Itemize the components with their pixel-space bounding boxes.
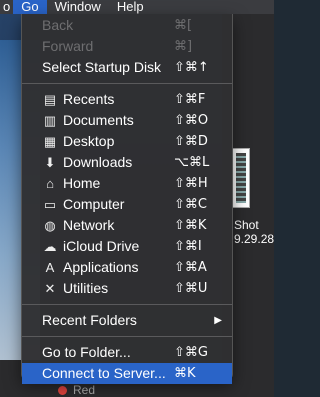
menu-item-utilities[interactable]: ✕ Utilities ⇧⌘U	[22, 278, 232, 299]
menu-item-shortcut: ⇧⌘C	[174, 197, 207, 212]
tag-red[interactable]: Red	[58, 383, 95, 397]
menu-item-label: Utilities	[63, 280, 109, 296]
menu-item-icloud-drive[interactable]: ☁ iCloud Drive ⇧⌘I	[22, 236, 232, 257]
menu-item-applications[interactable]: A Applications ⇧⌘A	[22, 257, 232, 278]
file-label-line2: 9.29.28	[234, 232, 275, 246]
menu-item-shortcut: ⇧⌘U	[174, 281, 208, 296]
desktop-icon: ▦	[43, 134, 57, 149]
menubar-item-go[interactable]: Go	[13, 0, 47, 14]
menu-item-shortcut: ⇧⌘O	[174, 113, 209, 128]
menu-item-label: Back	[42, 17, 74, 33]
menu-item-shortcut: ⌥⌘L	[174, 155, 210, 170]
menu-item-label: Home	[63, 175, 101, 191]
downloads-icon: ⬇	[44, 155, 56, 170]
menu-item-connect-to-server[interactable]: Connect to Server... ⌘K	[22, 363, 232, 384]
red-tag-dot-icon	[58, 385, 67, 395]
menu-item-recents[interactable]: ▤ Recents ⇧⌘F	[22, 89, 232, 110]
menu-item-shortcut: ⌘[	[174, 18, 193, 33]
menu-item-label: Desktop	[63, 133, 115, 149]
menu-item-shortcut: ⇧⌘K	[174, 218, 207, 233]
network-icon: ◍	[44, 218, 56, 233]
menu-item-select-startup-disk[interactable]: Select Startup Disk ⇧⌘↑	[22, 57, 232, 78]
menu-item-shortcut: ⇧⌘↑	[174, 60, 209, 75]
menu-item-label: Select Startup Disk	[42, 59, 162, 75]
menu-item-shortcut: ⇧⌘I	[174, 239, 202, 254]
menu-item-shortcut: ⌘]	[174, 39, 193, 54]
menu-item-shortcut: ⇧⌘A	[174, 260, 207, 275]
menu-item-computer[interactable]: ▭ Computer ⇧⌘C	[22, 194, 232, 215]
utilities-icon: ✕	[44, 281, 56, 296]
menu-item-back[interactable]: Back ⌘[	[22, 15, 232, 36]
menu-item-label: Recents	[63, 91, 115, 107]
menu-item-downloads[interactable]: ⬇ Downloads ⌥⌘L	[22, 152, 232, 173]
go-menu-dropdown: Back ⌘[ Forward ⌘] Select Startup Disk ⇧…	[21, 14, 233, 384]
menu-item-label: Documents	[63, 112, 134, 128]
documents-icon: ▥	[43, 113, 57, 128]
menu-item-label: Applications	[63, 259, 139, 275]
menubar: o Go Window Help	[0, 0, 274, 14]
menu-item-forward[interactable]: Forward ⌘]	[22, 36, 232, 57]
recents-icon: ▤	[43, 92, 57, 107]
screenshot-file-thumbnail[interactable]	[232, 148, 250, 208]
menu-item-shortcut: ⇧⌘F	[174, 92, 206, 107]
menu-item-recent-folders[interactable]: Recent Folders ▶	[22, 310, 232, 331]
file-label-line1: Shot	[234, 218, 259, 232]
applications-icon: A	[45, 260, 55, 275]
menu-item-go-to-folder[interactable]: Go to Folder... ⇧⌘G	[22, 342, 232, 363]
menu-item-shortcut: ⌘K	[174, 366, 196, 381]
menu-separator	[22, 336, 232, 337]
submenu-arrow-icon: ▶	[214, 315, 222, 326]
menu-item-shortcut: ⇧⌘D	[174, 134, 208, 149]
menu-item-label: Computer	[63, 196, 125, 212]
computer-icon: ▭	[43, 197, 57, 212]
menu-item-label: Recent Folders	[42, 312, 137, 328]
home-icon: ⌂	[46, 176, 54, 191]
menu-item-shortcut: ⇧⌘H	[174, 176, 208, 191]
icloud-icon: ☁	[43, 239, 57, 254]
menu-item-label: Forward	[42, 38, 94, 54]
menubar-item-help[interactable]: Help	[109, 0, 152, 14]
menubar-item-partial[interactable]: o	[0, 0, 13, 14]
menu-item-network[interactable]: ◍ Network ⇧⌘K	[22, 215, 232, 236]
menu-item-label: Network	[63, 217, 115, 233]
menu-item-label: Downloads	[63, 154, 133, 170]
menu-item-desktop[interactable]: ▦ Desktop ⇧⌘D	[22, 131, 232, 152]
menu-item-label: Connect to Server...	[42, 365, 166, 381]
menu-item-label: iCloud Drive	[63, 238, 140, 254]
tag-red-label: Red	[73, 383, 96, 397]
menu-separator	[22, 83, 232, 84]
menu-item-label: Go to Folder...	[42, 344, 131, 360]
menubar-item-window[interactable]: Window	[47, 0, 109, 14]
menu-separator	[22, 304, 232, 305]
menu-item-documents[interactable]: ▥ Documents ⇧⌘O	[22, 110, 232, 131]
menu-item-shortcut: ⇧⌘G	[174, 345, 208, 360]
menu-item-home[interactable]: ⌂ Home ⇧⌘H	[22, 173, 232, 194]
